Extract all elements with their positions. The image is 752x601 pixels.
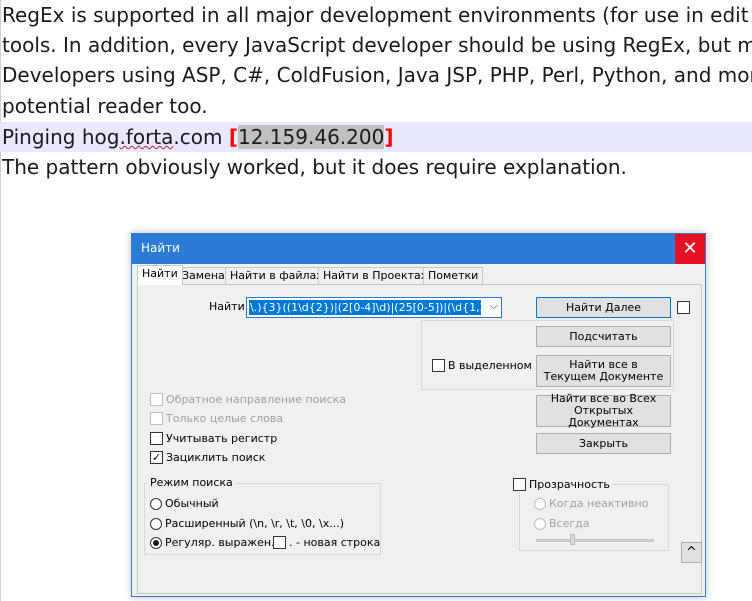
- wrap-around-label: Зациклить поиск: [166, 451, 266, 464]
- checkmark-icon[interactable]: ✓: [150, 451, 163, 464]
- text-segment: .com: [173, 125, 229, 149]
- editor-line: The pattern obviously worked, but it doe…: [2, 155, 627, 179]
- find-dialog: Найти ✕ Найти Замена Найти в файлах Найт…: [131, 233, 706, 597]
- spellcheck-flagged-text: .forta: [119, 125, 174, 149]
- transparency-on-lose-focus-label: Когда неактивно: [549, 497, 649, 510]
- radio-button-selected[interactable]: [150, 536, 162, 549]
- tab-find-in-projects[interactable]: Найти в Проектах: [318, 267, 433, 285]
- checkbox-box[interactable]: [150, 432, 163, 445]
- transparency-always-label: Всегда: [549, 517, 590, 530]
- tab-find[interactable]: Найти: [137, 265, 183, 285]
- collapse-button[interactable]: ^: [681, 542, 702, 563]
- transparency-slider-track[interactable]: [536, 539, 654, 542]
- button-label-line: Открытых Документах: [568, 404, 639, 429]
- editor-margin: [0, 0, 1, 601]
- find-what-input[interactable]: \.){3}((1\d{2})|(2[0-4]\d)|(25[0-5])|(\d…: [249, 300, 481, 315]
- radio-button[interactable]: [534, 497, 546, 510]
- checkbox-box[interactable]: [150, 412, 163, 425]
- search-mode-extended-radio[interactable]: Расширенный (\n, \r, \t, \0, \x...): [150, 516, 344, 531]
- editor-line: RegEx is supported in all major developm…: [2, 3, 749, 27]
- tab-replace[interactable]: Замена: [177, 267, 230, 285]
- search-mode-regex-label: Регуляр. выражен.: [165, 536, 275, 549]
- radio-dot: [153, 539, 159, 546]
- in-selection-checkbox[interactable]: В выделенном: [432, 358, 532, 373]
- tab-find-in-files[interactable]: Найти в файлах: [225, 267, 328, 285]
- checkbox-box[interactable]: [513, 478, 526, 491]
- checkbox-box[interactable]: [677, 301, 690, 314]
- editor-line: Developers using ASP, C#, ColdFusion, Ja…: [2, 63, 752, 87]
- radio-button[interactable]: [150, 497, 162, 510]
- match-case-label: Учитывать регистр: [166, 432, 278, 445]
- backward-direction-checkbox[interactable]: Обратное направление поиска: [150, 392, 346, 407]
- close-button[interactable]: Закрыть: [536, 433, 671, 454]
- find-next-option-checkbox[interactable]: [677, 300, 693, 315]
- checkbox-box[interactable]: [150, 393, 163, 406]
- match-case-checkbox[interactable]: Учитывать регистр: [150, 431, 277, 446]
- find-what-combobox[interactable]: \.){3}((1\d{2})|(2[0-4]\d)|(25[0-5])|(\d…: [246, 297, 502, 318]
- wrap-around-checkbox[interactable]: ✓ Зациклить поиск: [150, 450, 265, 465]
- count-button[interactable]: Подсчитать: [536, 326, 671, 347]
- dot-matches-newline-checkbox[interactable]: . - новая строка: [273, 535, 380, 550]
- transparency-always-radio[interactable]: Всегда: [534, 516, 590, 531]
- in-selection-label: В выделенном: [448, 359, 532, 372]
- search-mode-extended-label: Расширенный (\n, \r, \t, \0, \x...): [165, 517, 344, 530]
- dot-matches-newline-label: . - новая строка: [289, 536, 381, 549]
- chevron-down-icon[interactable]: ⌵: [490, 299, 498, 313]
- bracket-match-close: ]: [384, 125, 394, 149]
- whole-word-label: Только целые слова: [166, 412, 284, 425]
- checkbox-box[interactable]: [432, 359, 445, 372]
- transparency-slider-thumb[interactable]: [570, 534, 575, 545]
- transparency-on-lose-focus-radio[interactable]: Когда неактивно: [534, 496, 648, 511]
- search-match-highlight: 12.159.46.200: [238, 125, 385, 149]
- search-mode-title: Режим поиска: [148, 476, 235, 489]
- transparency-checkbox[interactable]: Прозрачность: [513, 477, 612, 492]
- editor-line: tools. In addition, every JavaScript dev…: [2, 33, 752, 57]
- search-mode-normal-label: Обычный: [165, 497, 219, 510]
- editor-line: potential reader too.: [2, 94, 208, 118]
- find-next-button[interactable]: Найти Далее: [536, 297, 671, 318]
- find-all-in-current-document-button[interactable]: Найти все в Текущем Документе: [536, 355, 671, 387]
- close-icon[interactable]: ✕: [675, 234, 705, 264]
- dialog-titlebar[interactable]: Найти ✕: [132, 234, 705, 264]
- backward-direction-label: Обратное направление поиска: [166, 393, 346, 406]
- search-mode-normal-radio[interactable]: Обычный: [150, 496, 219, 511]
- radio-button[interactable]: [150, 517, 162, 530]
- search-mode-regex-radio[interactable]: Регуляр. выражен.: [150, 535, 275, 550]
- tab-marks[interactable]: Пометки: [423, 267, 484, 285]
- find-what-label: Найти:: [209, 300, 249, 313]
- find-all-in-open-documents-button[interactable]: Найти все во Всех Открытых Документах: [536, 393, 671, 429]
- text-segment: Pinging: [2, 125, 82, 149]
- radio-button[interactable]: [534, 517, 546, 530]
- transparency-label: Прозрачность: [529, 478, 610, 491]
- text-segment: hog: [81, 125, 120, 149]
- editor-line-current: Pinging hog.forta.com [12.159.46.200]: [2, 122, 393, 152]
- bracket-match-open: [: [228, 125, 238, 149]
- button-label-line: Текущем Документе: [543, 370, 664, 383]
- whole-word-checkbox[interactable]: Только целые слова: [150, 411, 283, 426]
- checkbox-box[interactable]: [273, 536, 286, 549]
- dialog-title: Найти: [141, 241, 180, 255]
